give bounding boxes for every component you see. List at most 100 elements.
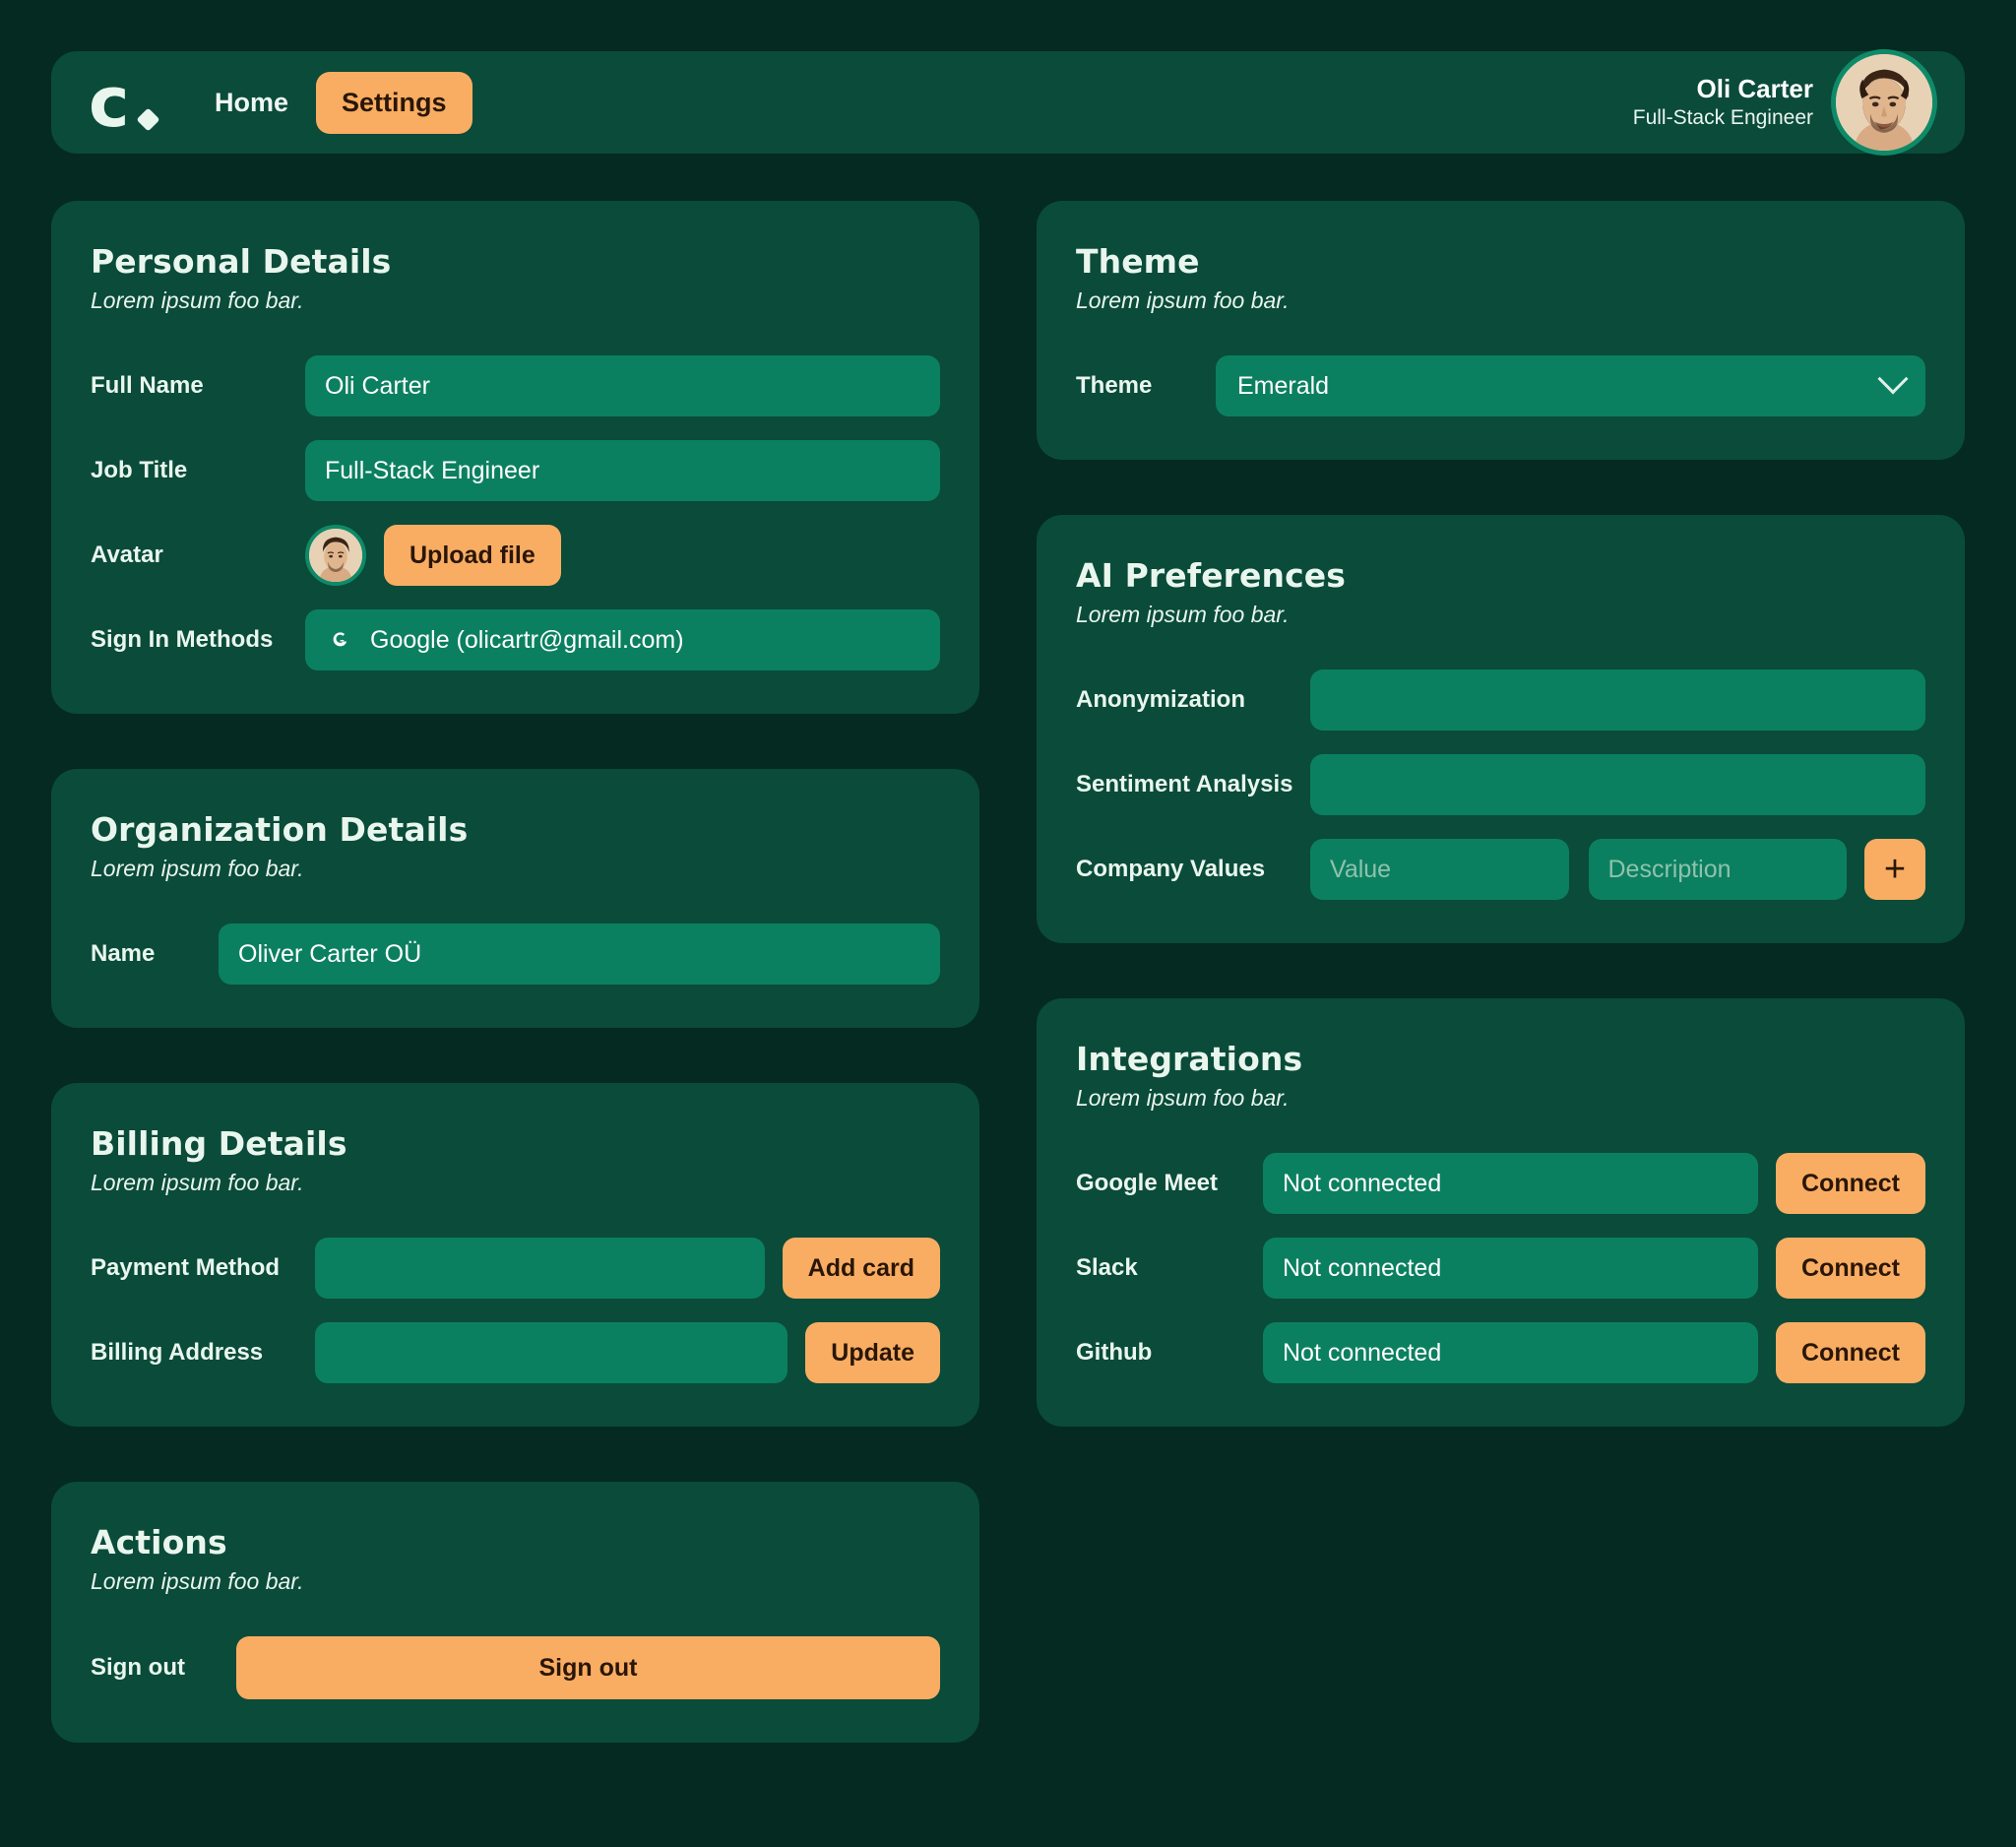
row-org-name: Name Oliver Carter OÜ xyxy=(91,924,940,985)
sentiment-analysis-label: Sentiment Analysis xyxy=(1076,771,1293,797)
avatar-label: Avatar xyxy=(91,541,163,568)
avatar-control: Upload file xyxy=(305,525,940,586)
theme-select[interactable]: Emerald xyxy=(1216,355,1925,416)
sign-out-label: Sign out xyxy=(91,1654,185,1681)
org-name-input[interactable]: Oliver Carter OÜ xyxy=(219,924,940,985)
company-values-label: Company Values xyxy=(1076,856,1266,882)
right-column: Theme Lorem ipsum foo bar. Theme Emerald xyxy=(1037,201,1965,1427)
integration-name: Github xyxy=(1076,1339,1153,1366)
sign-out-button[interactable]: Sign out xyxy=(236,1636,940,1699)
job-title-input[interactable]: Full-Stack Engineer xyxy=(305,440,940,501)
c-logo[interactable]: c xyxy=(89,62,161,143)
card-subtitle: Lorem ipsum foo bar. xyxy=(1076,287,1290,313)
full-name-control: Oli Carter xyxy=(305,355,940,416)
google-account-text: Google (olicartr@gmail.com) xyxy=(370,625,684,654)
card-rows: Full Name Oli Carter Job Title Full-Stac… xyxy=(91,355,940,670)
app-header: c Home Settings Oli Carter Full-Stack En… xyxy=(51,49,1965,156)
card-subtitle: Lorem ipsum foo bar. xyxy=(1076,602,1290,627)
card-subtitle: Lorem ipsum foo bar. xyxy=(91,287,304,313)
org-name-label: Name xyxy=(91,940,156,967)
full-name-input[interactable]: Oli Carter xyxy=(305,355,940,416)
company-values-inputs: Value Description xyxy=(1310,839,1847,900)
row-integration-slack: Slack Not connected Connect xyxy=(1076,1238,1925,1299)
row-integration-google-meet: Google Meet Not connected Connect xyxy=(1076,1153,1925,1214)
company-value-description-input[interactable]: Description xyxy=(1588,839,1847,900)
logo-letter: c xyxy=(89,62,129,143)
main-nav: Home Settings xyxy=(197,71,472,134)
row-theme: Theme Emerald xyxy=(1076,355,1925,416)
billing-address-control: Update xyxy=(315,1322,940,1383)
org-name-control: Oliver Carter OÜ xyxy=(219,924,940,985)
left-column: Personal Details Lorem ipsum foo bar. Fu… xyxy=(51,201,979,1743)
row-company-values: Company Values Value Description + xyxy=(1076,839,1925,900)
card-title: Personal Details xyxy=(91,242,392,281)
sentiment-analysis-control xyxy=(1310,754,1925,815)
sign-out-control: Sign out xyxy=(236,1636,940,1699)
job-title-control: Full-Stack Engineer xyxy=(305,440,940,501)
card-rows: Name Oliver Carter OÜ xyxy=(91,924,940,985)
row-full-name: Full Name Oli Carter xyxy=(91,355,940,416)
card-title: Integrations xyxy=(1076,1040,1303,1078)
theme-control: Emerald xyxy=(1216,355,1925,416)
card-personal-details: Personal Details Lorem ipsum foo bar. Fu… xyxy=(51,201,979,714)
google-account-field[interactable]: Google (olicartr@gmail.com) xyxy=(305,609,940,670)
card-billing-details: Billing Details Lorem ipsum foo bar. Pay… xyxy=(51,1083,979,1427)
update-button[interactable]: Update xyxy=(805,1322,940,1383)
nav-item-settings[interactable]: Settings xyxy=(316,71,472,134)
upload-file-button[interactable]: Upload file xyxy=(384,525,561,586)
anonymization-control xyxy=(1310,669,1925,731)
connect-button[interactable]: Connect xyxy=(1776,1153,1925,1214)
integration-control: Not connected Connect xyxy=(1263,1153,1925,1214)
row-billing-address: Billing Address Update xyxy=(91,1322,940,1383)
card-subtitle: Lorem ipsum foo bar. xyxy=(91,1170,304,1195)
chevron-down-icon xyxy=(1877,363,1909,395)
anonymization-input[interactable] xyxy=(1310,669,1925,731)
billing-address-input[interactable] xyxy=(315,1322,788,1383)
card-rows: Anonymization Sentiment Analysis Company… xyxy=(1076,669,1925,900)
payment-method-input[interactable] xyxy=(315,1238,765,1299)
full-name-label: Full Name xyxy=(91,372,204,399)
integration-status: Not connected xyxy=(1263,1322,1758,1383)
google-icon xyxy=(325,625,354,655)
theme-label: Theme xyxy=(1076,372,1153,399)
add-card-button[interactable]: Add card xyxy=(782,1238,940,1299)
sign-in-methods-control: Google (olicartr@gmail.com) xyxy=(305,609,940,670)
settings-page: c Home Settings Oli Carter Full-Stack En… xyxy=(0,0,2016,1847)
card-title: AI Preferences xyxy=(1076,556,1347,595)
card-integrations: Integrations Lorem ipsum foo bar. Google… xyxy=(1037,998,1965,1427)
avatar[interactable] xyxy=(1831,49,1937,156)
logo-diamond-icon xyxy=(136,107,160,132)
settings-columns: Personal Details Lorem ipsum foo bar. Fu… xyxy=(51,201,1965,1743)
avatar-preview[interactable] xyxy=(305,525,366,586)
sign-in-methods-label: Sign In Methods xyxy=(91,626,274,653)
row-integration-github: Github Not connected Connect xyxy=(1076,1322,1925,1383)
user-menu[interactable]: Oli Carter Full-Stack Engineer xyxy=(1633,49,1937,156)
card-rows: Google Meet Not connected Connect Slack … xyxy=(1076,1153,1925,1383)
sentiment-analysis-input[interactable] xyxy=(1310,754,1925,815)
user-text: Oli Carter Full-Stack Engineer xyxy=(1633,74,1813,130)
row-job-title: Job Title Full-Stack Engineer xyxy=(91,440,940,501)
user-role: Full-Stack Engineer xyxy=(1632,106,1813,130)
integration-status: Not connected xyxy=(1263,1238,1758,1299)
card-actions: Actions Lorem ipsum foo bar. Sign out Si… xyxy=(51,1482,979,1743)
billing-address-label: Billing Address xyxy=(91,1339,264,1366)
row-sentiment-analysis: Sentiment Analysis xyxy=(1076,754,1925,815)
card-subtitle: Lorem ipsum foo bar. xyxy=(91,1568,304,1594)
connect-button[interactable]: Connect xyxy=(1776,1238,1925,1299)
card-title: Actions xyxy=(91,1523,227,1561)
job-title-label: Job Title xyxy=(91,457,188,483)
nav-item-home[interactable]: Home xyxy=(197,74,306,132)
card-theme: Theme Lorem ipsum foo bar. Theme Emerald xyxy=(1037,201,1965,460)
card-ai-preferences: AI Preferences Lorem ipsum foo bar. Anon… xyxy=(1037,515,1965,943)
company-value-input[interactable]: Value xyxy=(1310,839,1569,900)
row-anonymization: Anonymization xyxy=(1076,669,1925,731)
card-title: Organization Details xyxy=(91,810,469,849)
company-values-control: Value Description + xyxy=(1310,839,1925,900)
add-company-value-button[interactable]: + xyxy=(1864,839,1925,900)
integration-status: Not connected xyxy=(1263,1153,1758,1214)
integration-name: Google Meet xyxy=(1076,1170,1219,1196)
card-rows: Payment Method Add card Billing Address … xyxy=(91,1238,940,1383)
card-rows: Theme Emerald xyxy=(1076,355,1925,416)
payment-method-control: Add card xyxy=(315,1238,940,1299)
connect-button[interactable]: Connect xyxy=(1776,1322,1925,1383)
